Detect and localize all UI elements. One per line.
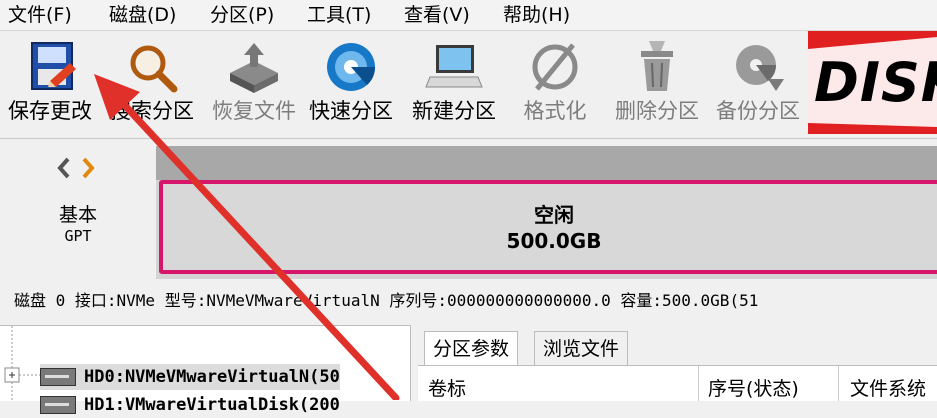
- delete-partition-label: 删除分区: [615, 99, 699, 123]
- save-button[interactable]: 保存更改: [0, 31, 100, 131]
- search-partition-label: 搜索分区: [110, 99, 194, 123]
- details-table: 卷标 序号(状态) 文件系统: [418, 365, 937, 401]
- tree-item-hd1[interactable]: HD1:VMwareVirtualDisk(200: [40, 392, 340, 418]
- app-logo: DISK: [808, 31, 937, 134]
- save-label: 保存更改: [8, 99, 92, 123]
- chevron-left-icon[interactable]: [57, 157, 70, 179]
- search-icon: [130, 45, 178, 93]
- disk-map: 空闲 500.0GB: [156, 146, 937, 279]
- disk-info-bar: 磁盘 0 接口:NVMe 型号:NVMeVMwareVirtualN 序列号:0…: [14, 291, 759, 310]
- recover-file-button[interactable]: 恢复文件: [204, 31, 304, 131]
- delete-partition-button[interactable]: 删除分区: [607, 31, 707, 131]
- disk-tree: HD0:NVMeVMwareVirtualN(50 HD1:VMwareVirt…: [0, 325, 411, 415]
- toolbar: 保存更改 搜索分区 恢复文件 快速分区 新建分区 格式化 删除分区 备份分区: [0, 31, 937, 139]
- logo-text: DISK: [814, 51, 937, 114]
- quick-partition-label: 快速分区: [309, 99, 393, 123]
- menu-partition[interactable]: 分区(P): [210, 3, 274, 27]
- disk-nav: [57, 157, 95, 179]
- quick-partition-icon: [327, 43, 376, 91]
- delete-partition-icon: [641, 41, 673, 91]
- disk-map-header: [156, 146, 937, 180]
- format-icon: [532, 43, 578, 91]
- tab-partition-params[interactable]: 分区参数: [424, 331, 519, 366]
- hard-disk-icon: [40, 396, 76, 414]
- tab-browse-files[interactable]: 浏览文件: [534, 331, 629, 366]
- column-file-system[interactable]: 文件系统: [850, 376, 926, 402]
- disk-type: 基本: [58, 204, 97, 226]
- tree-item-label: HD0:NVMeVMwareVirtualN(50: [84, 367, 340, 387]
- hard-disk-icon: [40, 368, 76, 386]
- column-volume-label[interactable]: 卷标: [428, 376, 466, 402]
- free-space-block[interactable]: 空闲 500.0GB: [159, 180, 937, 274]
- disk-scheme: GPT: [64, 227, 92, 245]
- save-icon: [31, 42, 76, 90]
- backup-partition-button[interactable]: 备份分区: [708, 31, 808, 131]
- tree-lines: [4, 326, 40, 401]
- format-label: 格式化: [523, 99, 587, 123]
- menu-tools[interactable]: 工具(T): [307, 3, 371, 27]
- partition-name: 空闲: [534, 203, 574, 227]
- partition-details-pane: 分区参数 浏览文件 卷标 序号(状态) 文件系统: [418, 325, 937, 401]
- quick-partition-button[interactable]: 快速分区: [301, 31, 401, 131]
- new-partition-button[interactable]: 新建分区: [404, 31, 504, 131]
- backup-partition-label: 备份分区: [716, 99, 800, 123]
- disk-type-label: 基本 GPT: [0, 204, 156, 246]
- menu-file[interactable]: 文件(F): [8, 3, 72, 27]
- search-partition-button[interactable]: 搜索分区: [102, 31, 202, 131]
- partition-size: 500.0GB: [506, 229, 602, 253]
- tree-item-hd0[interactable]: HD0:NVMeVMwareVirtualN(50: [40, 364, 340, 390]
- menu-view[interactable]: 查看(V): [404, 3, 470, 27]
- recover-file-label: 恢复文件: [212, 99, 296, 123]
- menu-bar: 文件(F) 磁盘(D) 分区(P) 工具(T) 查看(V) 帮助(H): [0, 0, 937, 31]
- chevron-right-icon[interactable]: [82, 157, 95, 179]
- format-button[interactable]: 格式化: [505, 31, 605, 131]
- new-partition-label: 新建分区: [412, 99, 496, 123]
- tree-item-label: HD1:VMwareVirtualDisk(200: [84, 395, 340, 415]
- menu-disk[interactable]: 磁盘(D): [109, 3, 176, 27]
- recover-file-icon: [230, 43, 278, 93]
- backup-partition-icon: [736, 45, 784, 91]
- column-index-status[interactable]: 序号(状态): [708, 376, 799, 402]
- menu-help[interactable]: 帮助(H): [503, 3, 570, 27]
- new-partition-icon: [425, 45, 483, 88]
